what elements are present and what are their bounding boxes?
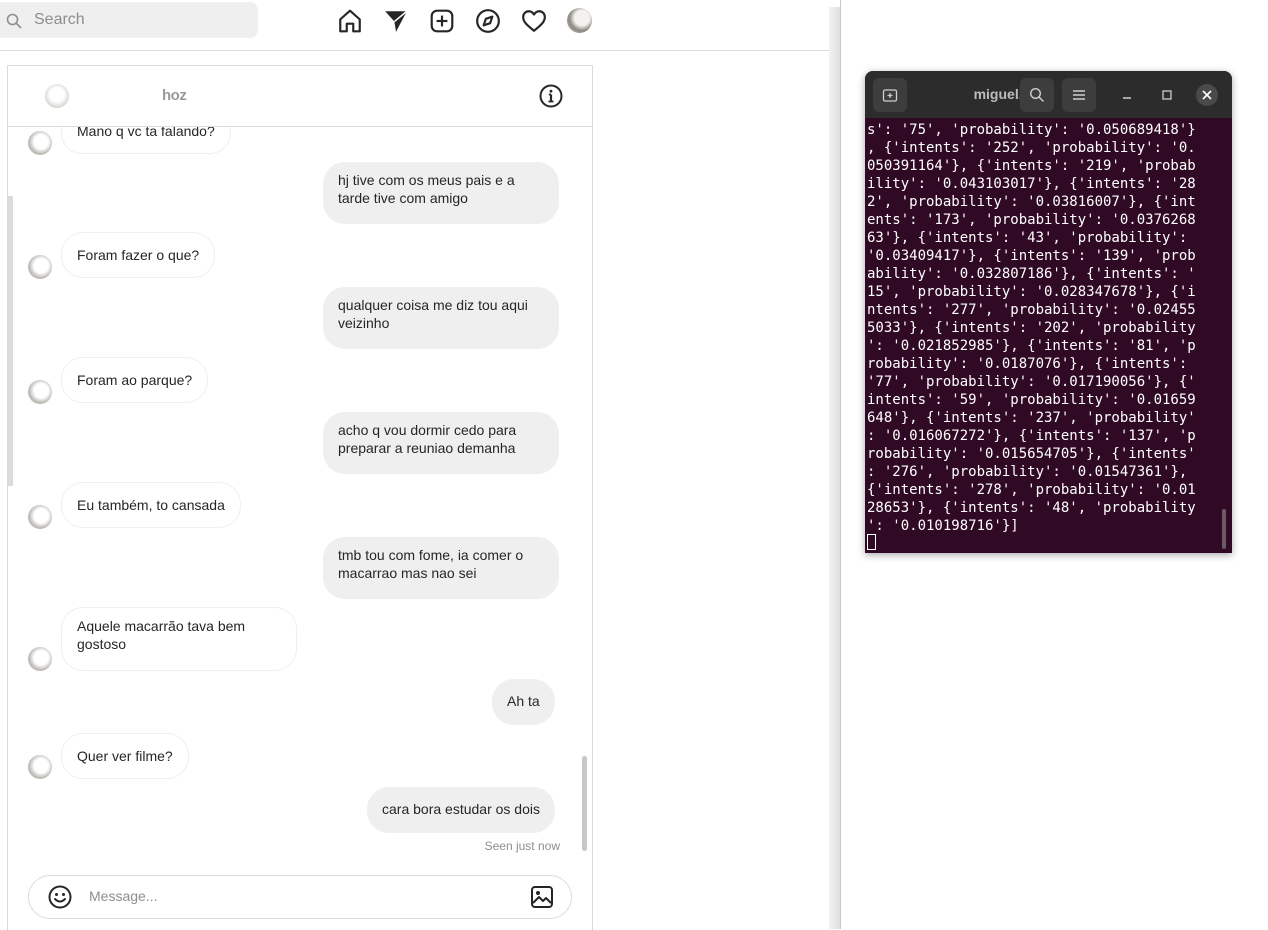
- incoming-message: Aquele macarrão tava bem gostoso: [61, 607, 297, 671]
- search-icon: [1029, 87, 1044, 102]
- incoming-message: Eu também, to cansada: [61, 482, 241, 528]
- avatar: [28, 380, 52, 404]
- terminal-cursor: [867, 534, 876, 550]
- message-composer[interactable]: Message...: [28, 875, 572, 919]
- emoji-icon[interactable]: [48, 885, 72, 909]
- activity-heart-icon[interactable]: [521, 8, 547, 34]
- search-input[interactable]: Search: [0, 2, 258, 38]
- terminal-line: ntents': '277', 'probability': '0.02455: [867, 302, 1196, 318]
- incoming-message: Foram ao parque?: [61, 357, 209, 403]
- avatar: [28, 505, 52, 529]
- terminal-line: ility': '0.043103017'}, {'intents': '28: [867, 176, 1196, 192]
- instagram-page: Search hoz Mano q vc ta falando? hj tive…: [0, 0, 829, 930]
- avatar: [28, 131, 52, 155]
- outgoing-message: Ah ta: [492, 679, 555, 725]
- close-icon[interactable]: [1196, 84, 1218, 106]
- outgoing-message: acho q vou dormir cedo para preparar a r…: [323, 412, 559, 474]
- terminal-line: '77', 'probability': '0.017190056'}, {': [867, 374, 1196, 390]
- search-icon: [6, 13, 22, 29]
- new-post-icon[interactable]: [429, 8, 455, 34]
- terminal-line: 2', 'probability': '0.03816007'}, {'int: [867, 194, 1196, 210]
- conversation-header: hoz: [8, 66, 592, 127]
- terminal-line: intents': '59', 'probability': '0.01659: [867, 392, 1196, 408]
- conversation-panel: hoz Mano q vc ta falando? hj tive com os…: [7, 65, 593, 930]
- terminal-line: 648'}, {'intents': '237', 'probability': [867, 410, 1196, 426]
- terminal-line: robability': '0.0187076'}, {'intents':: [867, 356, 1188, 372]
- terminal-line: 28653'}, {'intents': '48', 'probability: [867, 500, 1196, 516]
- terminal-line: 5033'}, {'intents': '202', 'probability: [867, 320, 1196, 336]
- message-input[interactable]: Message...: [89, 888, 157, 904]
- search-button[interactable]: [1020, 78, 1054, 112]
- direct-message-icon[interactable]: [383, 8, 409, 34]
- info-icon[interactable]: [539, 84, 563, 108]
- image-upload-icon[interactable]: [530, 885, 554, 909]
- terminal-line: ents': '173', 'probability': '0.0376268: [867, 212, 1196, 228]
- conversation-username[interactable]: hoz: [162, 87, 187, 104]
- minimize-icon[interactable]: [1116, 84, 1138, 106]
- terminal-line: {'intents': '278', 'probability': '0.01: [867, 482, 1196, 498]
- terminal-titlebar[interactable]: miguel...: [865, 71, 1232, 118]
- home-icon[interactable]: [337, 8, 363, 34]
- seen-status: Seen just now: [484, 839, 560, 853]
- terminal-line: s': '75', 'probability': '0.050689418'}: [867, 122, 1196, 138]
- profile-avatar[interactable]: [567, 8, 592, 33]
- terminal-line: robability': '0.015654705'}, {'intents': [867, 446, 1196, 462]
- terminal-line: , {'intents': '252', 'probability': '0.: [867, 140, 1196, 156]
- terminal-output[interactable]: s': '75', 'probability': '0.050689418'},…: [867, 121, 1222, 553]
- terminal-line: ability': '0.032807186'}, {'intents': ': [867, 266, 1196, 282]
- explore-icon[interactable]: [475, 8, 501, 34]
- outgoing-message: qualquer coisa me diz tou aqui veizinho: [323, 287, 559, 349]
- terminal-line: ': '0.010198716'}]: [867, 518, 1019, 534]
- window-divider: [829, 7, 840, 929]
- maximize-icon[interactable]: [1156, 84, 1178, 106]
- terminal-line: ': '0.021852985'}, {'intents': '81', 'p: [867, 338, 1196, 354]
- avatar: [28, 755, 52, 779]
- scrollbar[interactable]: [582, 756, 587, 851]
- message-list[interactable]: Mano q vc ta falando? hj tive com os meu…: [8, 127, 592, 867]
- terminal-line: 63'}, {'intents': '43', 'probability':: [867, 230, 1188, 246]
- menu-button[interactable]: [1062, 78, 1096, 112]
- avatar: [28, 255, 52, 279]
- search-placeholder: Search: [34, 11, 85, 28]
- terminal-line: : '0.016067272'}, {'intents': '137', 'p: [867, 428, 1196, 444]
- new-tab-icon: [882, 89, 898, 102]
- hamburger-menu-icon: [1073, 90, 1085, 100]
- avatar[interactable]: [45, 84, 69, 108]
- incoming-message: Quer ver filme?: [61, 733, 189, 779]
- outgoing-message: cara bora estudar os dois: [367, 787, 555, 833]
- terminal-scrollbar[interactable]: [1222, 509, 1226, 549]
- incoming-message: Mano q vc ta falando?: [61, 127, 231, 154]
- terminal-line: 050391164'}, {'intents': '219', 'probab: [867, 158, 1196, 174]
- avatar: [28, 647, 52, 671]
- terminal-line: : '276', 'probability': '0.01547361'},: [867, 464, 1188, 480]
- incoming-message: Foram fazer o que?: [61, 232, 216, 278]
- new-tab-button[interactable]: [873, 78, 907, 112]
- top-navigation-bar: Search: [0, 0, 829, 51]
- terminal-title: miguel...: [973, 86, 1031, 102]
- outgoing-message: hj tive com os meus pais e a tarde tive …: [323, 162, 559, 224]
- outgoing-message: tmb tou com fome, ia comer o macarrao ma…: [323, 537, 559, 599]
- terminal-line: '0.03409417'}, {'intents': '139', 'prob: [867, 248, 1196, 264]
- terminal-window[interactable]: miguel... s': '75', 'probability': '0.05…: [865, 71, 1232, 553]
- terminal-line: 15', 'probability': '0.028347678'}, {'i: [867, 284, 1196, 300]
